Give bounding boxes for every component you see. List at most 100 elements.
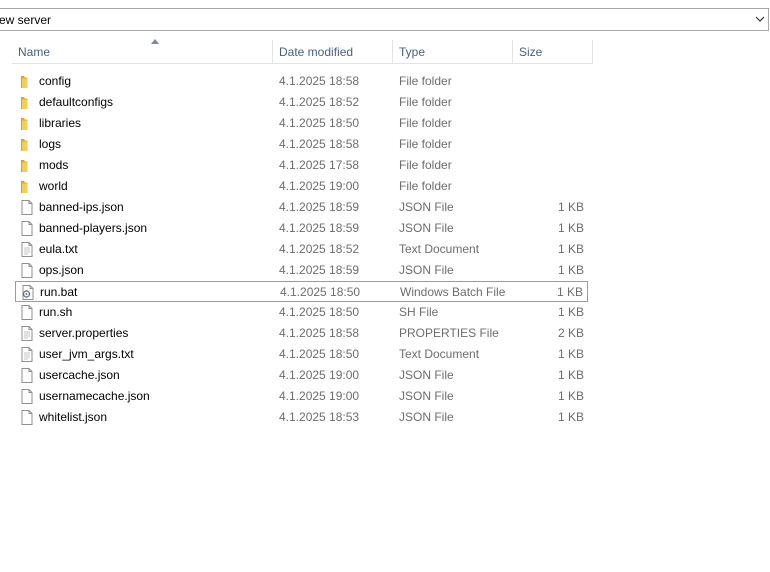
file-type: JSON File [399,368,454,382]
file-date-modified: 4.1.2025 18:50 [279,305,360,319]
file-icon [18,199,35,216]
file-name: server.properties [39,326,129,340]
column-header-type-label: Type [399,45,426,59]
address-bar[interactable]: ew server [0,8,769,31]
file-icon [18,262,35,279]
file-size: 1 KB [557,347,584,361]
column-header-size[interactable]: Size [513,40,593,64]
file-date-modified: 4.1.2025 18:58 [279,74,360,88]
folder-icon [18,157,35,174]
file-name: usernamecache.json [39,389,150,403]
file-date-modified: 4.1.2025 18:58 [279,137,360,151]
file-size: 1 KB [557,263,584,277]
file-size: 1 KB [557,221,584,235]
file-icon [18,409,35,426]
file-name: logs [39,137,62,151]
file-name: eula.txt [39,242,78,256]
file-name: whitelist.json [39,410,108,424]
file-name: mods [39,158,69,172]
file-date-modified: 4.1.2025 18:59 [279,200,360,214]
file-row[interactable]: eula.txt 4.1.2025 18:52 Text Document 1 KB [15,239,588,260]
file-date-modified: 4.1.2025 18:58 [279,326,360,340]
file-date-modified: 4.1.2025 18:59 [279,221,360,235]
folder-icon [18,115,35,132]
file-row[interactable]: banned-players.json 4.1.2025 18:59 JSON Fi… [15,218,588,239]
file-date-modified: 4.1.2025 18:50 [279,116,360,130]
file-name: defaultconfigs [39,95,114,109]
file-type: Text Document [399,347,480,361]
file-row[interactable]: whitelist.json 4.1.2025 18:53 JSON File 1 K… [15,407,588,428]
file-name: banned-players.json [39,221,148,235]
folder-icon [18,73,35,90]
file-size: 1 KB [557,368,584,382]
column-header-date[interactable]: Date modified [273,40,393,64]
file-name: ops.json [39,263,84,277]
text-file-icon [18,325,35,342]
file-row[interactable]: logs 4.1.2025 18:58 File folder [15,134,588,155]
file-row[interactable]: usercache.json 4.1.2025 19:00 JSON File 1 K… [15,365,588,386]
column-header-date-label: Date modified [279,45,354,59]
file-type: JSON File [399,200,454,214]
file-row[interactable]: libraries 4.1.2025 18:50 File folder [15,113,588,134]
file-type: File folder [399,179,452,193]
text-file-icon [18,241,35,258]
file-type: JSON File [399,389,454,403]
file-type: File folder [399,158,452,172]
file-row[interactable]: config 4.1.2025 18:58 File folder [15,71,588,92]
file-name: config [39,74,72,88]
file-type: Text Document [399,242,480,256]
file-type: File folder [399,74,452,88]
file-date-modified: 4.1.2025 19:00 [279,179,360,193]
file-row[interactable]: user_jvm_args.txt 4.1.2025 18:50 Text Docu… [15,344,588,365]
file-type: PROPERTIES File [399,326,499,340]
column-header-name-label: Name [18,45,51,59]
file-name: banned-ips.json [39,200,124,214]
file-icon [18,304,35,321]
batch-file-icon [19,284,36,301]
file-size: 1 KB [557,305,584,319]
file-date-modified: 4.1.2025 18:50 [280,285,361,299]
file-type: Windows Batch File [400,285,506,299]
file-size: 1 KB [557,410,584,424]
address-path: ew server [0,13,52,27]
folder-icon [18,136,35,153]
file-type: JSON File [399,263,454,277]
file-date-modified: 4.1.2025 18:52 [279,95,360,109]
file-name: user_jvm_args.txt [39,347,134,361]
file-size: 1 KB [556,285,583,299]
column-header-size-label: Size [519,45,543,59]
file-type: File folder [399,116,452,130]
file-date-modified: 4.1.2025 17:58 [279,158,360,172]
file-name: libraries [39,116,82,130]
column-header-name[interactable]: Name [12,39,273,64]
file-name: run.sh [39,305,73,319]
file-name: usercache.json [39,368,120,382]
file-date-modified: 4.1.2025 18:50 [279,347,360,361]
file-icon [18,367,35,384]
file-row[interactable]: usernamecache.json 4.1.2025 19:00 JSON Fil… [15,386,588,407]
column-header-type[interactable]: Type [393,40,513,64]
file-row[interactable]: server.properties 4.1.2025 18:58 PROPERTIE… [15,323,588,344]
file-row[interactable]: ops.json 4.1.2025 18:59 JSON File 1 KB [15,260,588,281]
file-row[interactable]: run.sh 4.1.2025 18:50 SH File 1 KB [15,302,588,323]
file-type: JSON File [399,410,454,424]
folder-icon [18,178,35,195]
folder-icon [18,94,35,111]
file-icon [18,388,35,405]
file-size: 1 KB [557,242,584,256]
file-row[interactable]: run.bat 4.1.2025 18:50 Windows Batch File 1… [15,281,588,302]
file-type: File folder [399,137,452,151]
file-type: SH File [399,305,439,319]
file-row[interactable]: defaultconfigs 4.1.2025 18:52 File folder [15,92,588,113]
column-header-row: Name Date modified Type Size [0,39,593,65]
file-type: JSON File [399,221,454,235]
file-icon [18,220,35,237]
file-size: 1 KB [557,389,584,403]
file-row[interactable]: world 4.1.2025 19:00 File folder [15,176,588,197]
file-row[interactable]: banned-ips.json 4.1.2025 18:59 JSON File 1 … [15,197,588,218]
chevron-down-icon[interactable] [754,12,766,26]
file-date-modified: 4.1.2025 18:53 [279,410,360,424]
file-size: 2 KB [557,326,584,340]
file-name: run.bat [40,285,78,299]
file-row[interactable]: mods 4.1.2025 17:58 File folder [15,155,588,176]
